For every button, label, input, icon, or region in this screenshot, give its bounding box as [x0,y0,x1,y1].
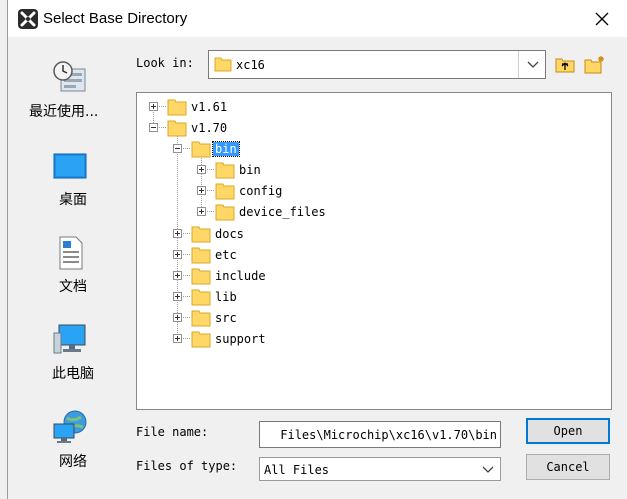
recent-places-icon [51,59,89,97]
expand-icon[interactable] [173,271,182,280]
expand-icon[interactable] [173,334,182,343]
title-bar[interactable]: Select Base Directory [8,0,627,37]
look-in-combo[interactable]: xc16 [208,50,546,79]
directory-tree[interactable]: v1.61 v1.70 bin bin config device_files [136,92,612,410]
folder-icon [191,266,211,289]
file-type-combo[interactable]: All Files [259,457,501,481]
tree-node-label: src [215,311,237,325]
folder-icon [167,118,187,141]
place-label: 桌面 [59,192,87,208]
place-network[interactable]: 网络 [23,409,113,479]
places-bar: 最近使用... 桌面 文档 此电脑 网络 [8,37,128,499]
expand-icon[interactable] [173,292,182,301]
tree-node-label: bin [239,163,261,177]
look-in-dropdown-arrow[interactable] [518,51,546,78]
look-in-value: xc16 [236,58,265,72]
this-pc-icon [51,321,89,359]
file-type-label: Files of type: [136,459,238,473]
folder-icon [215,181,235,204]
close-button[interactable] [590,8,614,30]
expand-icon[interactable] [197,207,206,216]
folder-icon [214,55,232,76]
place-label: 此电脑 [52,366,94,382]
tree-node-label: v1.70 [191,121,228,135]
java-app-icon [18,9,38,29]
expand-icon[interactable] [173,229,182,238]
file-type-value: All Files [264,463,330,477]
place-label: 网络 [59,454,87,470]
tree-node-label: etc [215,248,237,262]
open-button[interactable]: Open [526,418,610,444]
look-in-label: Look in: [136,56,194,70]
place-label: 文档 [59,279,87,295]
expand-icon[interactable] [173,250,182,259]
collapse-icon[interactable] [173,144,182,153]
folder-icon [191,308,211,331]
place-documents[interactable]: 文档 [23,234,113,304]
place-label: 最近使用... [29,104,99,120]
desktop-icon [51,147,89,185]
up-one-level-icon [555,58,575,73]
tree-node-label: v1.61 [191,100,228,114]
close-icon [595,12,609,26]
file-name-input[interactable]: Files\Microchip\xc16\v1.70\bin [259,421,501,448]
folder-icon [191,245,211,268]
tree-node-label: device_files [239,205,326,219]
new-folder-icon [584,56,604,74]
place-recent[interactable]: 最近使用... [23,59,113,129]
folder-icon [215,160,235,183]
folder-icon [191,329,211,352]
tree-node-label: docs [215,227,244,241]
expand-icon[interactable] [197,186,206,195]
select-base-directory-dialog: Select Base Directory 最近使用... 桌面 文档 此电脑 … [7,0,627,499]
folder-icon [191,139,211,162]
dialog-title: Select Base Directory [43,10,188,27]
folder-icon [215,202,235,225]
tree-node-label: lib [215,290,237,304]
folder-icon [167,97,187,120]
folder-icon [191,287,211,310]
tree-node-label: config [239,184,283,198]
network-icon [51,409,89,447]
tree-node-label: include [215,269,266,283]
place-this-pc[interactable]: 此电脑 [23,321,113,391]
up-one-level-button[interactable] [553,53,577,77]
tree-node-label: support [215,332,266,346]
documents-icon [51,234,89,272]
file-name-label: File name: [136,425,209,439]
expand-icon[interactable] [173,313,182,322]
new-folder-button[interactable] [582,53,606,77]
chevron-down-icon [482,466,494,473]
cancel-button[interactable]: Cancel [526,454,610,480]
file-type-dropdown-arrow[interactable] [476,458,500,480]
expand-icon[interactable] [149,102,158,111]
folder-icon [191,224,211,247]
file-name-value: Files\Microchip\xc16\v1.70\bin [280,428,497,442]
chevron-down-icon [527,61,539,68]
tree-node-label: bin [212,141,240,157]
place-desktop[interactable]: 桌面 [23,147,113,217]
expand-icon[interactable] [197,165,206,174]
collapse-icon[interactable] [149,123,158,132]
